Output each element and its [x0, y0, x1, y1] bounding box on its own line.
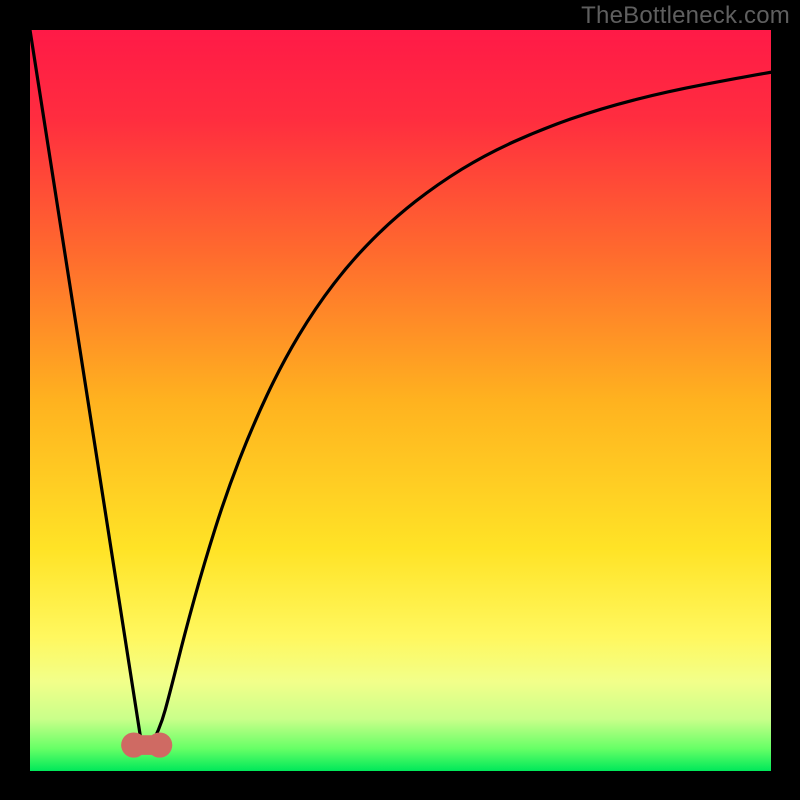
watermark-text: TheBottleneck.com [581, 2, 790, 30]
minimum-marker [121, 732, 172, 757]
chart-svg [0, 0, 800, 800]
plot-background [30, 30, 771, 771]
chart-frame: TheBottleneck.com [0, 0, 800, 800]
